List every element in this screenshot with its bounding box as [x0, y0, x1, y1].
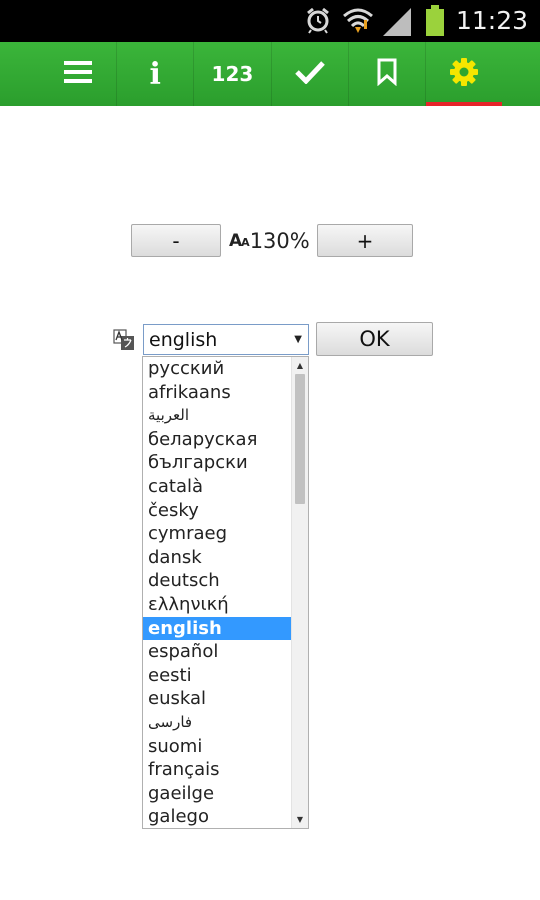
scroll-down-arrow-icon[interactable]: ▼ — [292, 811, 308, 828]
language-option[interactable]: afrikaans — [143, 381, 291, 405]
zoom-in-button[interactable]: + — [317, 224, 413, 257]
zoom-out-button[interactable]: - — [131, 224, 221, 257]
language-option[interactable]: eesti — [143, 664, 291, 688]
scroll-up-arrow-icon[interactable]: ▲ — [292, 357, 308, 374]
translate-icon — [113, 329, 135, 351]
language-option[interactable]: gaeilge — [143, 782, 291, 806]
language-options: русский afrikaans العربية беларуская бъл… — [143, 357, 291, 828]
scrollbar-thumb[interactable] — [295, 374, 305, 504]
language-option[interactable]: català — [143, 475, 291, 499]
info-icon: i — [149, 56, 161, 92]
language-option[interactable]: česky — [143, 499, 291, 523]
check-icon — [294, 60, 325, 88]
language-dropdown-list[interactable]: русский afrikaans العربية беларуская бъл… — [142, 356, 309, 829]
font-size-icon: AA — [229, 231, 250, 251]
bookmark-button[interactable] — [347, 42, 425, 106]
alarm-icon — [305, 6, 331, 38]
bookmark-icon — [376, 58, 398, 90]
dropdown-scrollbar[interactable]: ▲ ▼ — [291, 357, 308, 828]
language-select[interactable]: english ▼ — [143, 324, 309, 355]
battery-icon — [425, 5, 445, 41]
settings-button[interactable] — [424, 42, 503, 106]
zoom-level: AA 130% — [229, 226, 310, 256]
zoom-value: 130% — [249, 229, 310, 253]
top-toolbar: i 123 — [0, 42, 540, 106]
language-option[interactable]: ελληνική — [143, 593, 291, 617]
language-select-value: english — [149, 329, 218, 351]
language-option[interactable]: deutsch — [143, 569, 291, 593]
gear-icon — [449, 57, 479, 91]
language-option[interactable]: galego — [143, 805, 291, 828]
status-bar: 11:23 — [0, 0, 540, 42]
language-option[interactable]: فارسی — [143, 711, 291, 735]
language-option[interactable]: français — [143, 758, 291, 782]
language-option[interactable]: euskal — [143, 687, 291, 711]
wifi-icon — [342, 6, 374, 40]
ok-button[interactable]: OK — [316, 322, 433, 356]
language-option[interactable]: русский — [143, 357, 291, 381]
numbers-button[interactable]: 123 — [193, 42, 270, 106]
language-option[interactable]: العربية — [143, 404, 291, 428]
language-option[interactable]: беларуская — [143, 428, 291, 452]
menu-button[interactable] — [40, 42, 116, 106]
menu-icon — [64, 60, 93, 88]
language-option[interactable]: dansk — [143, 546, 291, 570]
chevron-down-icon: ▼ — [294, 334, 302, 345]
signal-icon — [381, 8, 413, 40]
check-button[interactable] — [270, 42, 348, 106]
info-button[interactable]: i — [116, 42, 193, 106]
language-option[interactable]: español — [143, 640, 291, 664]
status-clock: 11:23 — [455, 6, 528, 35]
numbers-icon: 123 — [211, 62, 254, 86]
language-option[interactable]: suomi — [143, 735, 291, 759]
language-option[interactable]: cymraeg — [143, 522, 291, 546]
language-option[interactable]: български — [143, 451, 291, 475]
language-option-selected[interactable]: english — [143, 616, 291, 641]
